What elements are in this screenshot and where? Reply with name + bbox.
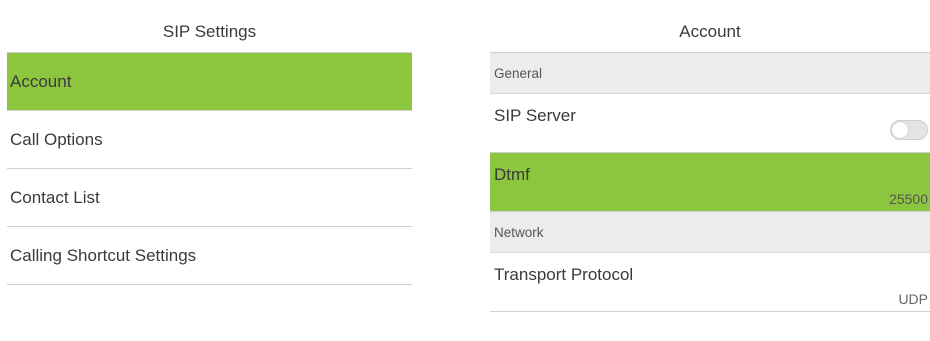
page-title: SIP Settings — [7, 9, 412, 53]
dtmf-row[interactable]: Dtmf 25500 — [490, 153, 930, 212]
dtmf-label: Dtmf — [494, 165, 530, 184]
page-title: Account — [490, 9, 930, 53]
section-header-network: Network — [490, 212, 930, 253]
menu-item-label: Calling Shortcut Settings — [10, 246, 197, 265]
menu-item-label: Contact List — [10, 188, 100, 207]
sip-server-toggle[interactable] — [890, 120, 928, 140]
section-header-general: General — [490, 53, 930, 94]
menu-item-calling-shortcut-settings[interactable]: Calling Shortcut Settings — [7, 227, 412, 285]
menu-item-label: Account — [10, 72, 72, 91]
menu-item-label: Call Options — [10, 130, 103, 149]
menu-item-call-options[interactable]: Call Options — [7, 111, 412, 169]
menu-item-account[interactable]: Account — [7, 53, 412, 111]
sip-server-label: SIP Server — [494, 106, 576, 125]
menu-item-contact-list[interactable]: Contact List — [7, 169, 412, 227]
transport-protocol-label: Transport Protocol — [494, 265, 634, 284]
sip-server-row[interactable]: SIP Server — [490, 94, 930, 153]
toggle-knob — [892, 122, 908, 138]
transport-protocol-row[interactable]: Transport Protocol UDP — [490, 253, 930, 312]
transport-protocol-value: UDP — [898, 291, 928, 307]
sip-settings-panel: SIP Settings Account Call Options Contac… — [7, 9, 412, 341]
dtmf-value: 25500 — [889, 191, 928, 207]
account-panel: Account General SIP Server Dtmf 25500 Ne… — [490, 9, 930, 341]
